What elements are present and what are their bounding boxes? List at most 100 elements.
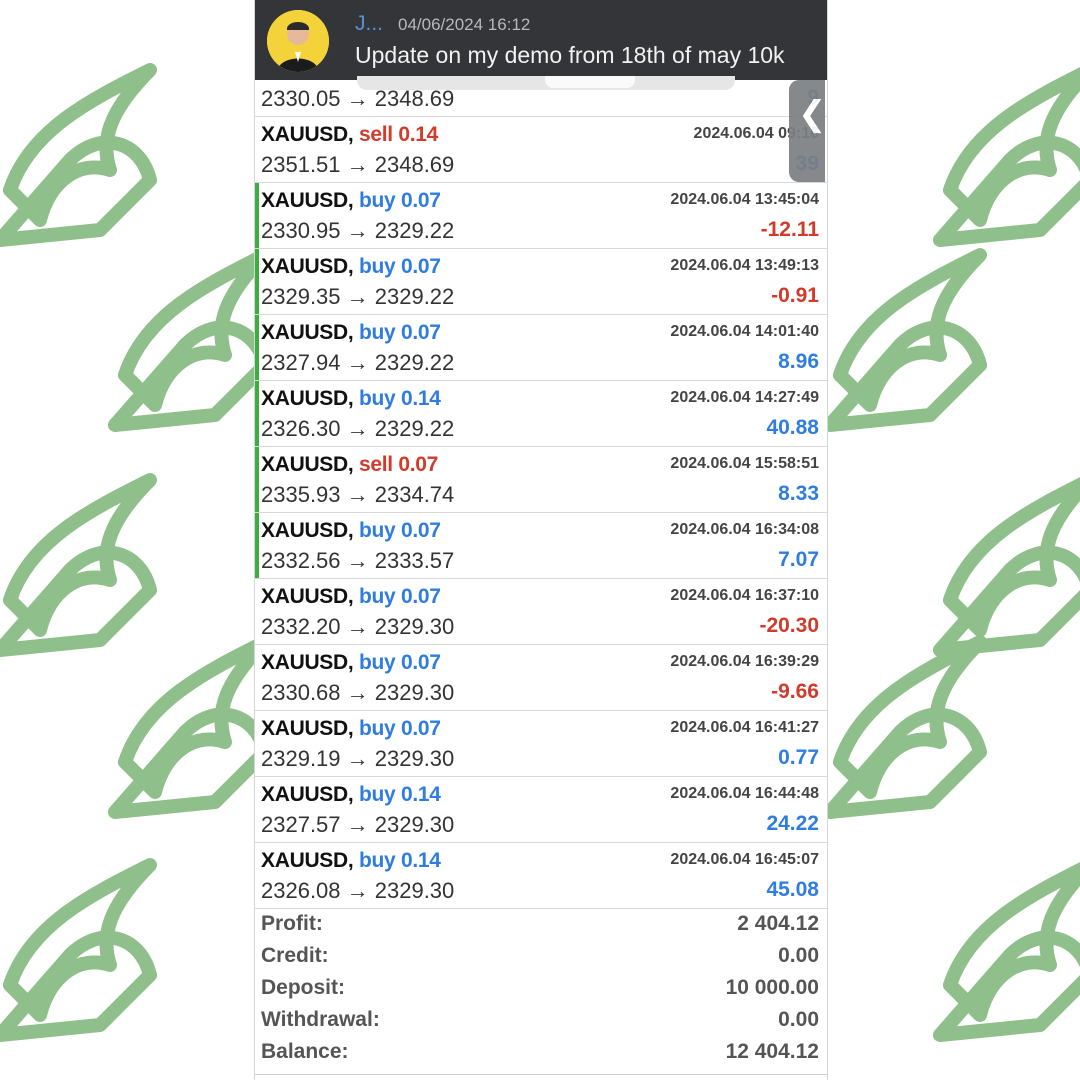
trade-profit: 24.22 [766,812,819,835]
trade-profit: -12.11 [760,218,819,241]
pattern-logo [0,480,150,650]
trade-profit: 45.08 [766,878,819,901]
trade-row[interactable]: XAUUSD, sell 0.14 2024.06.04 09:16 2351.51… [255,117,827,183]
trade-volume: 0.07 [398,453,439,476]
symbol-label: XAUUSD, [261,783,354,806]
trade-time: 2024.06.04 15:58:51 [670,455,819,472]
trade-prices: 2335.93 → 2334.74 [261,482,455,507]
summary-row: Balance: 12 404.12 [255,1037,827,1069]
pattern-logo [0,865,150,1035]
trade-action: buy [358,321,396,344]
trade-symbol: XAUUSD, buy 0.07 [261,651,441,675]
trade-volume: 0.07 [400,519,441,542]
trade-volume: 0.07 [400,255,441,278]
trade-profit: 40.88 [766,416,819,439]
symbol-label: XAUUSD, [261,189,354,212]
message-timestamp: 04/06/2024 16:12 [398,15,531,34]
trade-volume: 0.07 [400,321,441,344]
chat-message-header[interactable]: J... 04/06/2024 16:12 Update on my demo … [255,0,827,90]
trade-row[interactable]: XAUUSD, buy 0.07 2024.06.04 16:37:10 2332.… [255,579,827,645]
summary-label: Balance: [261,1040,349,1063]
summary-label: Profit: [261,912,323,935]
trade-action: sell [358,453,393,476]
summary-row: Deposit: 10 000.00 [255,973,827,1005]
trade-symbol: XAUUSD, buy 0.14 [261,783,441,807]
trade-prices: 2332.20 → 2329.30 [261,614,455,639]
trade-row[interactable]: XAUUSD, buy 0.07 2024.06.04 13:45:04 2330.… [255,183,827,249]
symbol-label: XAUUSD, [261,849,354,872]
trade-time: 2024.06.04 13:45:04 [670,191,819,208]
trade-row[interactable]: XAUUSD, buy 0.14 2024.06.04 16:44:48 2327.… [255,777,827,843]
trade-time: 2024.06.04 13:49:13 [670,257,819,274]
trade-profit: 8.96 [778,350,819,373]
pattern-logo [940,480,1080,650]
trade-profit: 8.33 [778,482,819,505]
trade-row[interactable]: XAUUSD, buy 0.07 2024.06.04 13:49:13 2329.… [255,249,827,315]
pattern-logo [830,642,980,812]
trade-volume: 0.07 [400,717,441,740]
summary-value: 10 000.00 [725,976,819,999]
sender-name[interactable]: J... [355,12,383,36]
symbol-label: XAUUSD, [261,321,354,344]
avatar[interactable] [267,10,329,72]
pattern-logo [830,255,980,425]
trade-time: 2024.06.04 16:37:10 [670,587,819,604]
trade-prices: 2326.30 → 2329.22 [261,416,455,441]
symbol-label: XAUUSD, [261,255,354,278]
symbol-label: XAUUSD, [261,519,354,542]
trade-volume: 0.14 [400,783,441,806]
account-summary: Profit: 2 404.12 Credit: 0.00 Deposit: 10 000… [255,909,827,1069]
summary-label: Withdrawal: [261,1008,380,1031]
trade-prices: 2330.95 → 2329.22 [261,218,455,243]
symbol-label: XAUUSD, [261,717,354,740]
trade-row[interactable]: XAUUSD, buy 0.07 2024.06.04 14:01:40 2327.… [255,315,827,381]
trade-volume: 0.14 [400,849,441,872]
summary-value: 12 404.12 [725,1040,819,1063]
pattern-logo [115,642,265,812]
pattern-logo [115,255,265,425]
summary-label: Deposit: [261,976,345,999]
summary-value: 0.00 [778,1008,819,1031]
phone-screen: 2330.05 → 2348.69 9 XAUUSD, sell 0.14202… [254,0,828,1080]
trade-prices: 2332.56 → 2333.57 [261,548,455,573]
trade-row[interactable]: XAUUSD, buy 0.07 2024.06.04 16:39:29 2330.… [255,645,827,711]
symbol-label: XAUUSD, [261,453,354,476]
trade-row[interactable]: XAUUSD, buy 0.14 2024.06.04 16:45:07 2326.… [255,843,827,909]
trade-symbol: XAUUSD, buy 0.14 [261,387,441,411]
trade-prices: 2351.51 → 2348.69 [261,152,455,177]
message-text: Update on my demo from 18th of may 10k [355,42,785,68]
trade-symbol: XAUUSD, buy 0.07 [261,519,441,543]
summary-label: Credit: [261,944,329,967]
trade-prices: 2330.68 → 2329.30 [261,680,455,705]
summary-row: Withdrawal: 0.00 [255,1005,827,1037]
trade-action: buy [358,519,396,542]
trade-prices: 2327.57 → 2329.30 [261,812,455,837]
trade-volume: 0.07 [400,189,441,212]
symbol-label: XAUUSD, [261,123,354,146]
summary-value: 0.00 [778,944,819,967]
trade-prices: 2329.19 → 2329.30 [261,746,455,771]
trade-prices: 2329.35 → 2329.22 [261,284,455,309]
trade-row[interactable]: XAUUSD, buy 0.07 2024.06.04 16:34:08 2332.… [255,513,827,579]
trade-symbol: XAUUSD, buy 0.07 [261,717,441,741]
symbol-label: XAUUSD, [261,651,354,674]
trade-volume: 0.07 [400,651,441,674]
summary-row: Credit: 0.00 [255,941,827,973]
trade-prices: 2326.08 → 2329.30 [261,878,455,903]
side-panel-tab[interactable]: ❮ [789,80,827,182]
trade-volume: 0.14 [398,123,439,146]
trade-row[interactable]: XAUUSD, buy 0.07 2024.06.04 16:41:27 2329.… [255,711,827,777]
trade-time: 2024.06.04 16:34:08 [670,521,819,538]
trade-action: buy [358,849,396,872]
trade-row[interactable]: XAUUSD, sell 0.07 2024.06.04 15:58:51 2335… [255,447,827,513]
trade-row[interactable]: XAUUSD, buy 0.14 2024.06.04 14:27:49 2326.… [255,381,827,447]
trade-action: buy [358,585,396,608]
trade-volume: 0.14 [400,387,441,410]
trade-action: buy [358,651,396,674]
trade-time: 2024.06.04 16:39:29 [670,653,819,670]
trade-symbol: XAUUSD, buy 0.07 [261,255,441,279]
trade-symbol: XAUUSD, buy 0.14 [261,849,441,873]
pattern-logo [940,70,1080,240]
trade-profit: 7.07 [778,548,819,571]
trade-time: 2024.06.04 16:45:07 [670,851,819,868]
